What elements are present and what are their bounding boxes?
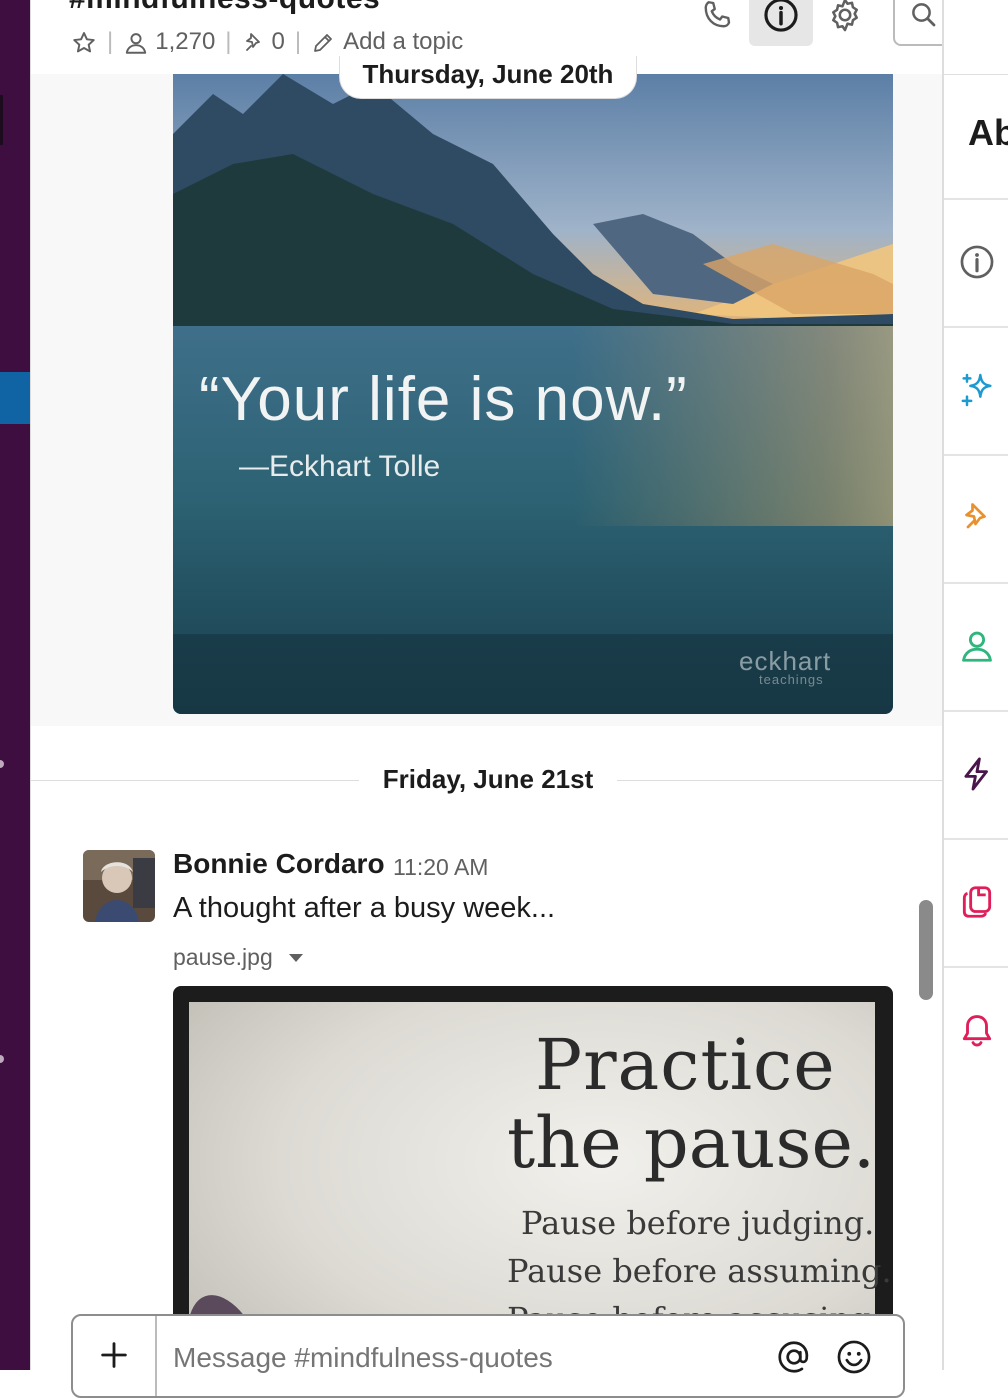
add-topic-button[interactable]: Add a topic bbox=[311, 28, 463, 56]
search-icon bbox=[909, 0, 939, 35]
channel-meta: | 1,270 | 0 | Add a topic bbox=[71, 28, 463, 56]
message-composer bbox=[71, 1314, 905, 1398]
sidebar-item-highlights[interactable] bbox=[944, 326, 1008, 456]
settings-button[interactable] bbox=[813, 0, 877, 46]
channel-details-sidebar: Ab bbox=[942, 0, 1008, 1370]
sidebar-item-files[interactable] bbox=[944, 838, 1008, 968]
info-icon bbox=[762, 0, 800, 39]
sidebar-item-shortcuts[interactable] bbox=[944, 710, 1008, 840]
message-list: “Your life is now.” —Eckhart Tolle eckha… bbox=[31, 74, 943, 1370]
member-count: 1,270 bbox=[155, 28, 216, 55]
sidebar-item-notifications[interactable] bbox=[944, 966, 1008, 1096]
star-icon[interactable] bbox=[71, 28, 97, 56]
pin-icon bbox=[242, 28, 266, 56]
message-text: A thought after a busy week... bbox=[173, 892, 556, 924]
date-divider: Friday, June 21st bbox=[31, 750, 943, 810]
image-text-line-1: Pause before judging. bbox=[521, 1204, 875, 1242]
files-icon bbox=[958, 883, 996, 926]
emoji-icon[interactable] bbox=[835, 1338, 873, 1381]
divider: | bbox=[225, 28, 232, 55]
person-icon bbox=[123, 28, 149, 56]
channel-title[interactable]: #mindfulness-quotes bbox=[69, 0, 380, 16]
active-workspace-marker bbox=[0, 95, 3, 145]
message-item[interactable]: Bonnie Cordaro 11:20 AM A thought after … bbox=[31, 840, 943, 1370]
avatar[interactable] bbox=[83, 850, 155, 922]
file-name: pause.jpg bbox=[173, 944, 273, 970]
quote-image-attachment[interactable]: “Your life is now.” —Eckhart Tolle eckha… bbox=[173, 74, 893, 714]
details-button[interactable] bbox=[749, 0, 813, 46]
presence-dot bbox=[0, 1055, 4, 1063]
scrollbar-thumb[interactable] bbox=[919, 900, 933, 1000]
sidebar-title: Ab bbox=[968, 112, 1008, 153]
message-input[interactable] bbox=[173, 1342, 733, 1374]
members-button[interactable]: 1,270 bbox=[123, 28, 215, 56]
image-title-line-2: the pause. bbox=[507, 1102, 876, 1184]
pause-image-attachment[interactable]: Practice the pause. Pause before judging… bbox=[173, 986, 893, 1370]
add-attachment-button[interactable] bbox=[73, 1316, 157, 1396]
person-icon bbox=[958, 627, 996, 670]
lightning-icon bbox=[958, 755, 996, 798]
pencil-icon bbox=[311, 28, 335, 56]
message-timestamp[interactable]: 11:20 AM bbox=[393, 854, 488, 881]
divider: | bbox=[107, 28, 114, 55]
selected-channel-highlight[interactable] bbox=[0, 372, 30, 424]
file-header[interactable]: pause.jpg bbox=[173, 944, 303, 971]
mention-icon[interactable] bbox=[775, 1338, 813, 1381]
quote-text: “Your life is now.” bbox=[199, 365, 688, 434]
quote-attribution: —Eckhart Tolle bbox=[239, 450, 441, 483]
channel-main: #mindfulness-quotes | 1,270 | 0 | bbox=[30, 0, 1008, 1398]
phone-icon bbox=[699, 0, 735, 38]
sparkle-icon bbox=[957, 370, 997, 415]
add-topic-label: Add a topic bbox=[343, 28, 464, 55]
pin-count: 0 bbox=[271, 28, 285, 55]
sidebar-item-members[interactable] bbox=[944, 582, 1008, 712]
pin-icon bbox=[959, 500, 995, 541]
plus-icon bbox=[97, 1338, 131, 1377]
sidebar-item-about[interactable] bbox=[944, 198, 1008, 328]
sender-name[interactable]: Bonnie Cordaro bbox=[173, 848, 385, 880]
watermark-subtitle: teachings bbox=[759, 672, 824, 687]
pins-button[interactable]: 0 bbox=[242, 28, 285, 56]
bell-icon bbox=[958, 1011, 996, 1054]
call-button[interactable] bbox=[685, 0, 749, 46]
date-divider-pill[interactable]: Friday, June 21st bbox=[359, 756, 617, 802]
date-divider-pill[interactable]: Thursday, June 20th bbox=[339, 56, 637, 99]
message-hover-region: “Your life is now.” —Eckhart Tolle eckha… bbox=[31, 74, 943, 726]
sidebar-header bbox=[944, 0, 1008, 75]
image-title-line-1: Practice bbox=[535, 1024, 836, 1106]
presence-dot bbox=[0, 760, 4, 768]
image-text-line-2: Pause before assuming. bbox=[507, 1252, 892, 1290]
gear-icon bbox=[826, 0, 864, 39]
workspace-sidebar bbox=[0, 0, 30, 1370]
info-icon bbox=[958, 243, 996, 286]
sidebar-item-pinned[interactable] bbox=[944, 454, 1008, 584]
divider: | bbox=[294, 28, 302, 55]
chevron-down-icon[interactable] bbox=[288, 953, 303, 962]
